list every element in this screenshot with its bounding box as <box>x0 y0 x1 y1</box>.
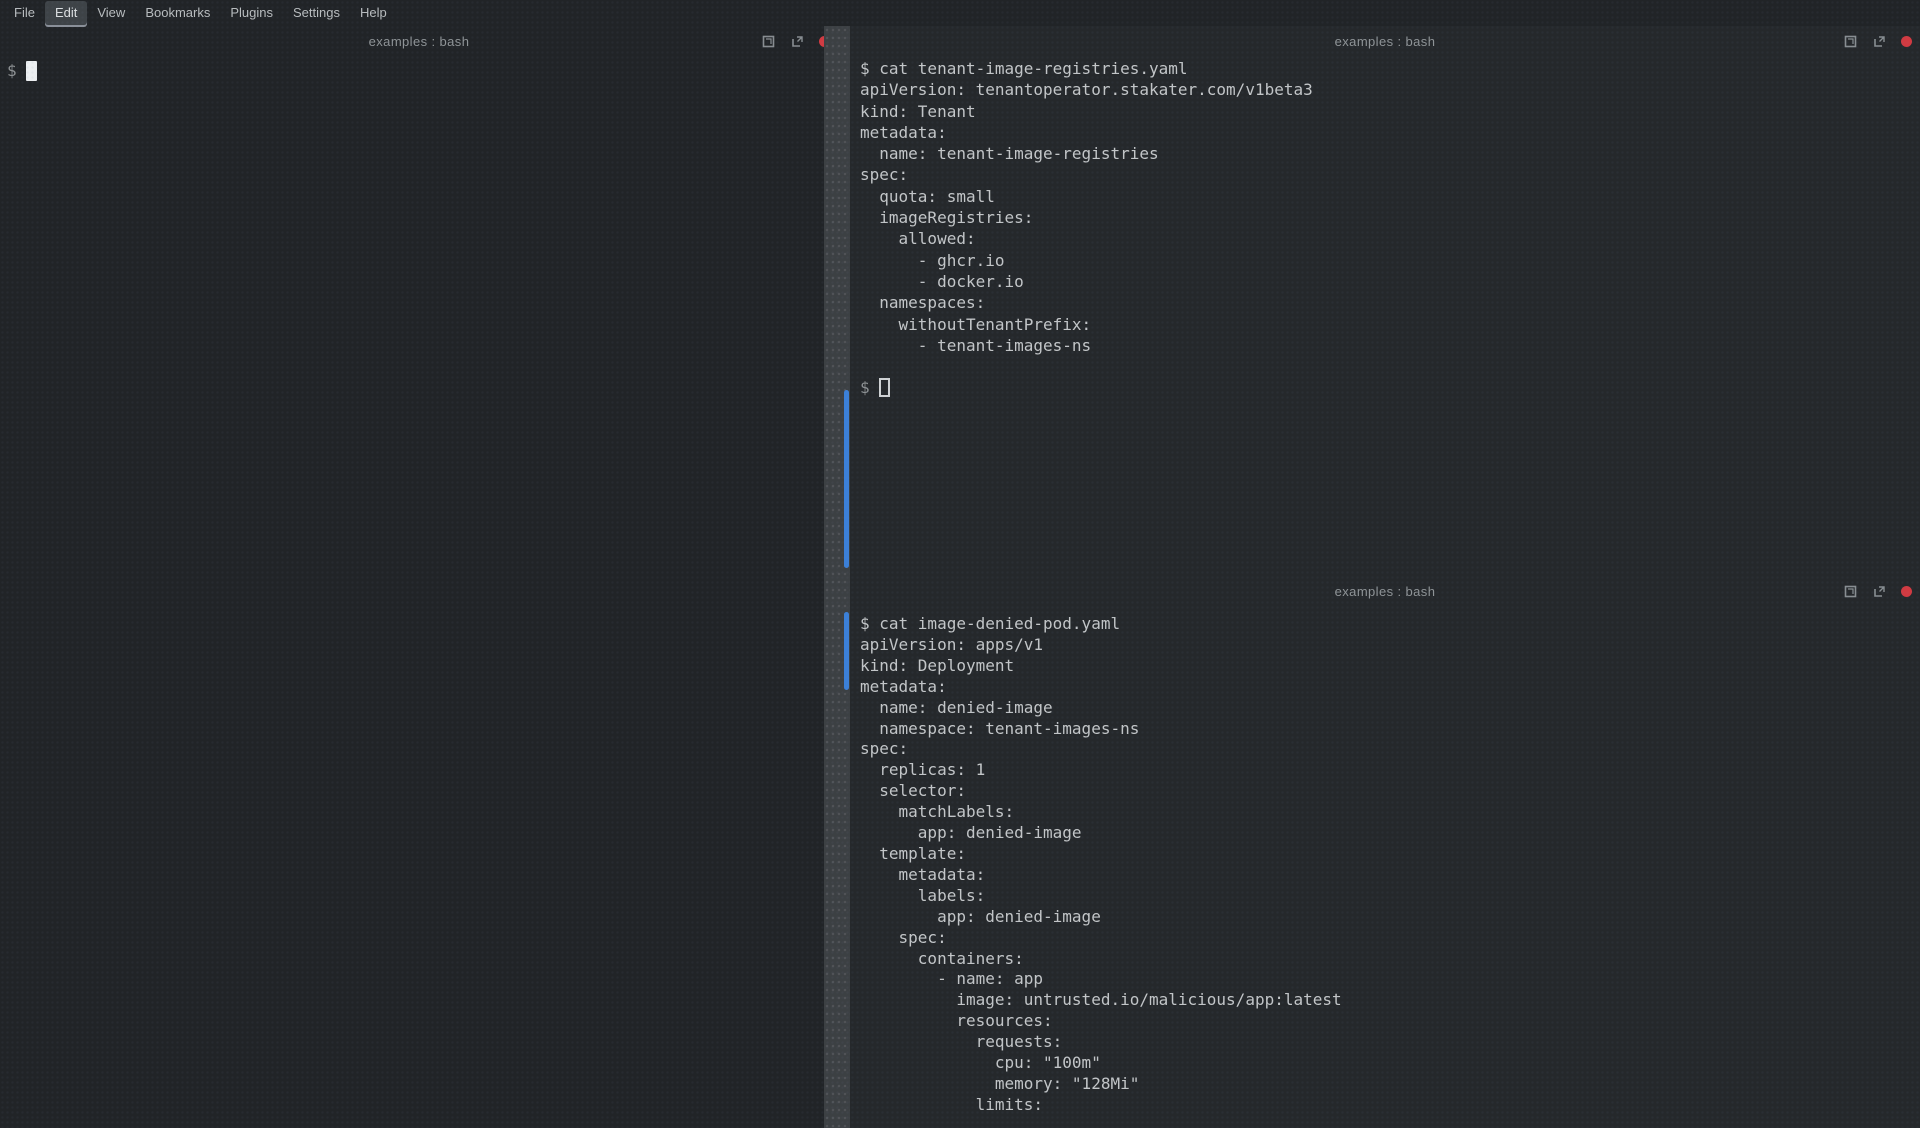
terminal-window: File Edit View Bookmarks Plugins Setting… <box>0 0 1920 1128</box>
terminal-left-screen[interactable]: $ <box>0 56 838 82</box>
terminal-output: $ cat tenant-image-registries.yaml apiVe… <box>860 59 1313 355</box>
maximize-view-icon[interactable] <box>761 34 775 48</box>
shell-prompt: $ <box>860 378 870 397</box>
pane-top-right-title: examples : bash <box>1335 34 1436 49</box>
scrollbar-thumb-bottom-pane[interactable] <box>844 612 849 690</box>
menu-help[interactable]: Help <box>350 1 397 25</box>
detach-view-icon[interactable] <box>1872 584 1886 598</box>
menu-bar: File Edit View Bookmarks Plugins Setting… <box>0 0 1920 26</box>
detach-view-icon[interactable] <box>1872 34 1886 48</box>
menu-settings[interactable]: Settings <box>283 1 350 25</box>
pane-splitter[interactable] <box>824 26 850 1128</box>
pane-bottom-right-header: examples : bash <box>850 576 1920 606</box>
maximize-view-icon[interactable] <box>1843 584 1857 598</box>
pane-bottom-right-controls <box>1843 576 1912 606</box>
terminal-top-right-screen[interactable]: $ cat tenant-image-registries.yaml apiVe… <box>850 56 1920 399</box>
pane-top-right-controls <box>1843 26 1912 56</box>
menu-bookmarks[interactable]: Bookmarks <box>135 1 220 25</box>
block-cursor-unfocused <box>879 378 890 397</box>
pane-top-right-header: examples : bash <box>850 26 1920 56</box>
pane-bottom-right: examples : bash $ cat image-denied-pod.y… <box>850 576 1920 1128</box>
detach-view-icon[interactable] <box>790 34 804 48</box>
pane-top-right: examples : bash $ cat tenant-image-regis… <box>850 26 1920 576</box>
pane-bottom-right-title: examples : bash <box>1335 584 1436 599</box>
pane-left-controls <box>761 26 830 56</box>
maximize-view-icon[interactable] <box>1843 34 1857 48</box>
close-view-icon[interactable] <box>1901 586 1912 597</box>
pane-left-title: examples : bash <box>369 34 470 49</box>
block-cursor <box>26 61 37 81</box>
close-view-icon[interactable] <box>1901 36 1912 47</box>
scrollbar-thumb-top-pane[interactable] <box>844 390 849 568</box>
terminal-bottom-right-screen[interactable]: $ cat image-denied-pod.yaml apiVersion: … <box>850 606 1920 1116</box>
menu-view[interactable]: View <box>87 1 135 25</box>
menu-file[interactable]: File <box>4 1 45 25</box>
menu-edit[interactable]: Edit <box>45 1 87 25</box>
pane-left: examples : bash $ <box>0 26 838 1128</box>
terminal-output: $ cat image-denied-pod.yaml apiVersion: … <box>860 614 1342 1114</box>
pane-left-header: examples : bash <box>0 26 838 56</box>
shell-prompt: $ <box>7 61 17 80</box>
menu-plugins[interactable]: Plugins <box>220 1 283 25</box>
